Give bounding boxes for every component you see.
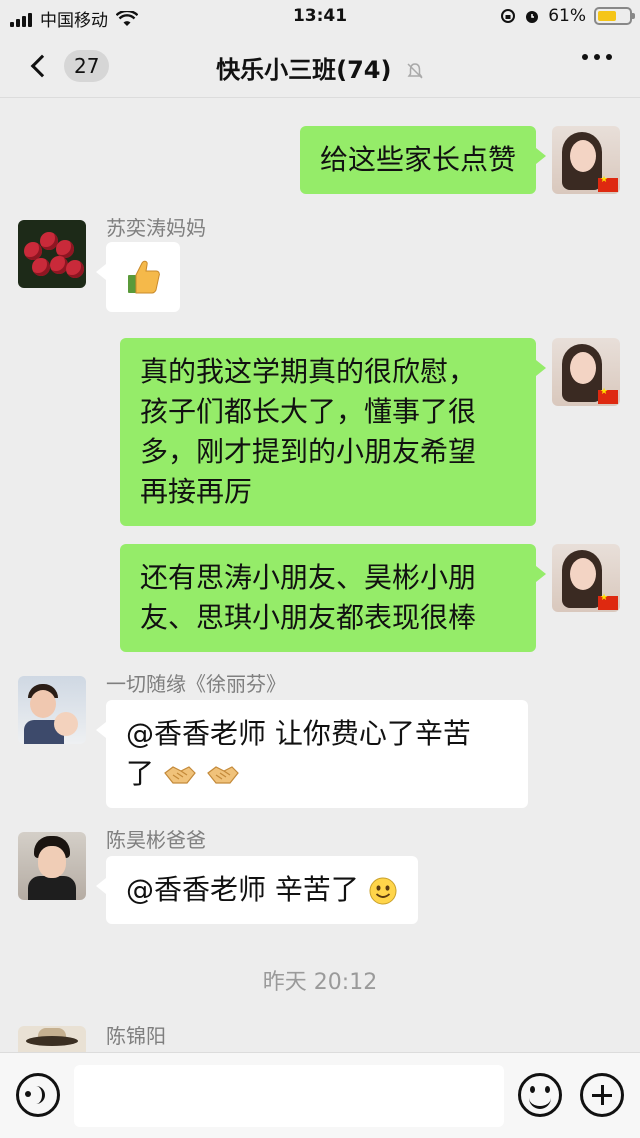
message-bubble[interactable]: 还有思涛小朋友、昊彬小朋 友、思琪小朋友都表现很棒 [120,544,546,652]
message-item: 一切随缘《徐丽芬》 @香香老师 让你费心了辛苦 了 [0,666,640,816]
message-line: 还有思涛小朋友、昊彬小朋 [140,561,477,594]
china-flag-icon [598,175,618,192]
message-line: 友、思琪小朋友都表现很棒 [140,601,477,634]
handshake-icon [206,766,239,784]
more-dots-icon [582,54,588,60]
message-item: 还有思涛小朋友、昊彬小朋 友、思琪小朋友都表现很棒 [0,534,640,654]
chat-title-text: 快乐小三班(74) [216,56,392,84]
message-item: 陈昊彬爸爸 @香香老师 辛苦了 [0,822,640,932]
avatar[interactable] [18,832,86,900]
voice-icon [25,1086,45,1104]
avatar[interactable] [18,676,86,744]
china-flag-icon [598,593,618,610]
time-divider: 昨天 20:12 [262,970,378,995]
message-text: @香香老师 辛苦了 [126,873,359,906]
rotation-lock-icon [501,9,516,23]
more-actions-button[interactable] [580,1073,624,1117]
status-bar: 中国移动 13:41 61% [0,0,640,34]
message-line: 孩子们都长大了，懂事了很 [140,395,477,428]
status-right: 61% [500,6,635,26]
avatar[interactable] [18,1026,86,1052]
avatar[interactable] [18,220,86,288]
message-bubble[interactable]: 真的我这学期真的很欣慰， 孩子们都长大了，懂事了很 多，刚才提到的小朋友希望 再… [120,338,546,526]
alarm-icon [526,11,539,23]
input-bar [0,1052,640,1138]
bell-muted-icon [407,63,423,79]
message-line-2: 了 [126,754,508,794]
emoji-button[interactable] [518,1073,562,1117]
message-bubble[interactable] [96,242,180,312]
message-line: @香香老师 让你费心了辛苦 [126,717,471,750]
message-input[interactable] [74,1065,504,1127]
message-item: 真的我这学期真的很欣慰， 孩子们都长大了，懂事了很 多，刚才提到的小朋友希望 再… [0,328,640,528]
avatar[interactable] [552,126,620,194]
message-line: 真的我这学期真的很欣慰， [140,355,477,388]
smile-emoji-icon [369,877,397,905]
message-list[interactable]: 给这些家长点赞 苏奕涛妈妈 真的我这学期真的很欣慰， 孩子们都长大了，懂事了很 [0,98,640,1052]
message-item: 苏奕涛妈妈 [0,210,640,320]
battery-percent: 61% [548,6,586,26]
message-line: 多，刚才提到的小朋友希望 [140,435,477,468]
sender-name: 一切随缘《徐丽芬》 [106,672,286,696]
sender-name: 苏奕涛妈妈 [106,216,206,240]
message-bubble[interactable]: 给这些家长点赞 [299,126,547,194]
message-text: 给这些家长点赞 [319,143,516,176]
handshake-icon [164,766,196,784]
message-item: 给这些家长点赞 [0,98,640,198]
message-item: 陈锦阳 [0,1016,640,1052]
message-line: 了 [126,757,155,790]
thumbs-up-icon [128,260,160,294]
avatar[interactable] [552,544,620,612]
message-line: 再接再厉 [140,475,253,508]
chat-title: 快乐小三班(74) [0,50,640,85]
voice-button[interactable] [16,1073,60,1117]
sender-name: 陈昊彬爸爸 [106,828,206,852]
china-flag-icon [598,387,618,404]
avatar[interactable] [552,338,620,406]
more-options-button[interactable] [582,54,612,60]
message-bubble[interactable]: @香香老师 辛苦了 [96,856,418,924]
message-bubble[interactable]: @香香老师 让你费心了辛苦 了 [96,700,528,808]
sender-name: 陈锦阳 [106,1024,166,1048]
battery-icon [594,7,635,25]
nav-bar: 27 快乐小三班(74) [0,34,640,98]
